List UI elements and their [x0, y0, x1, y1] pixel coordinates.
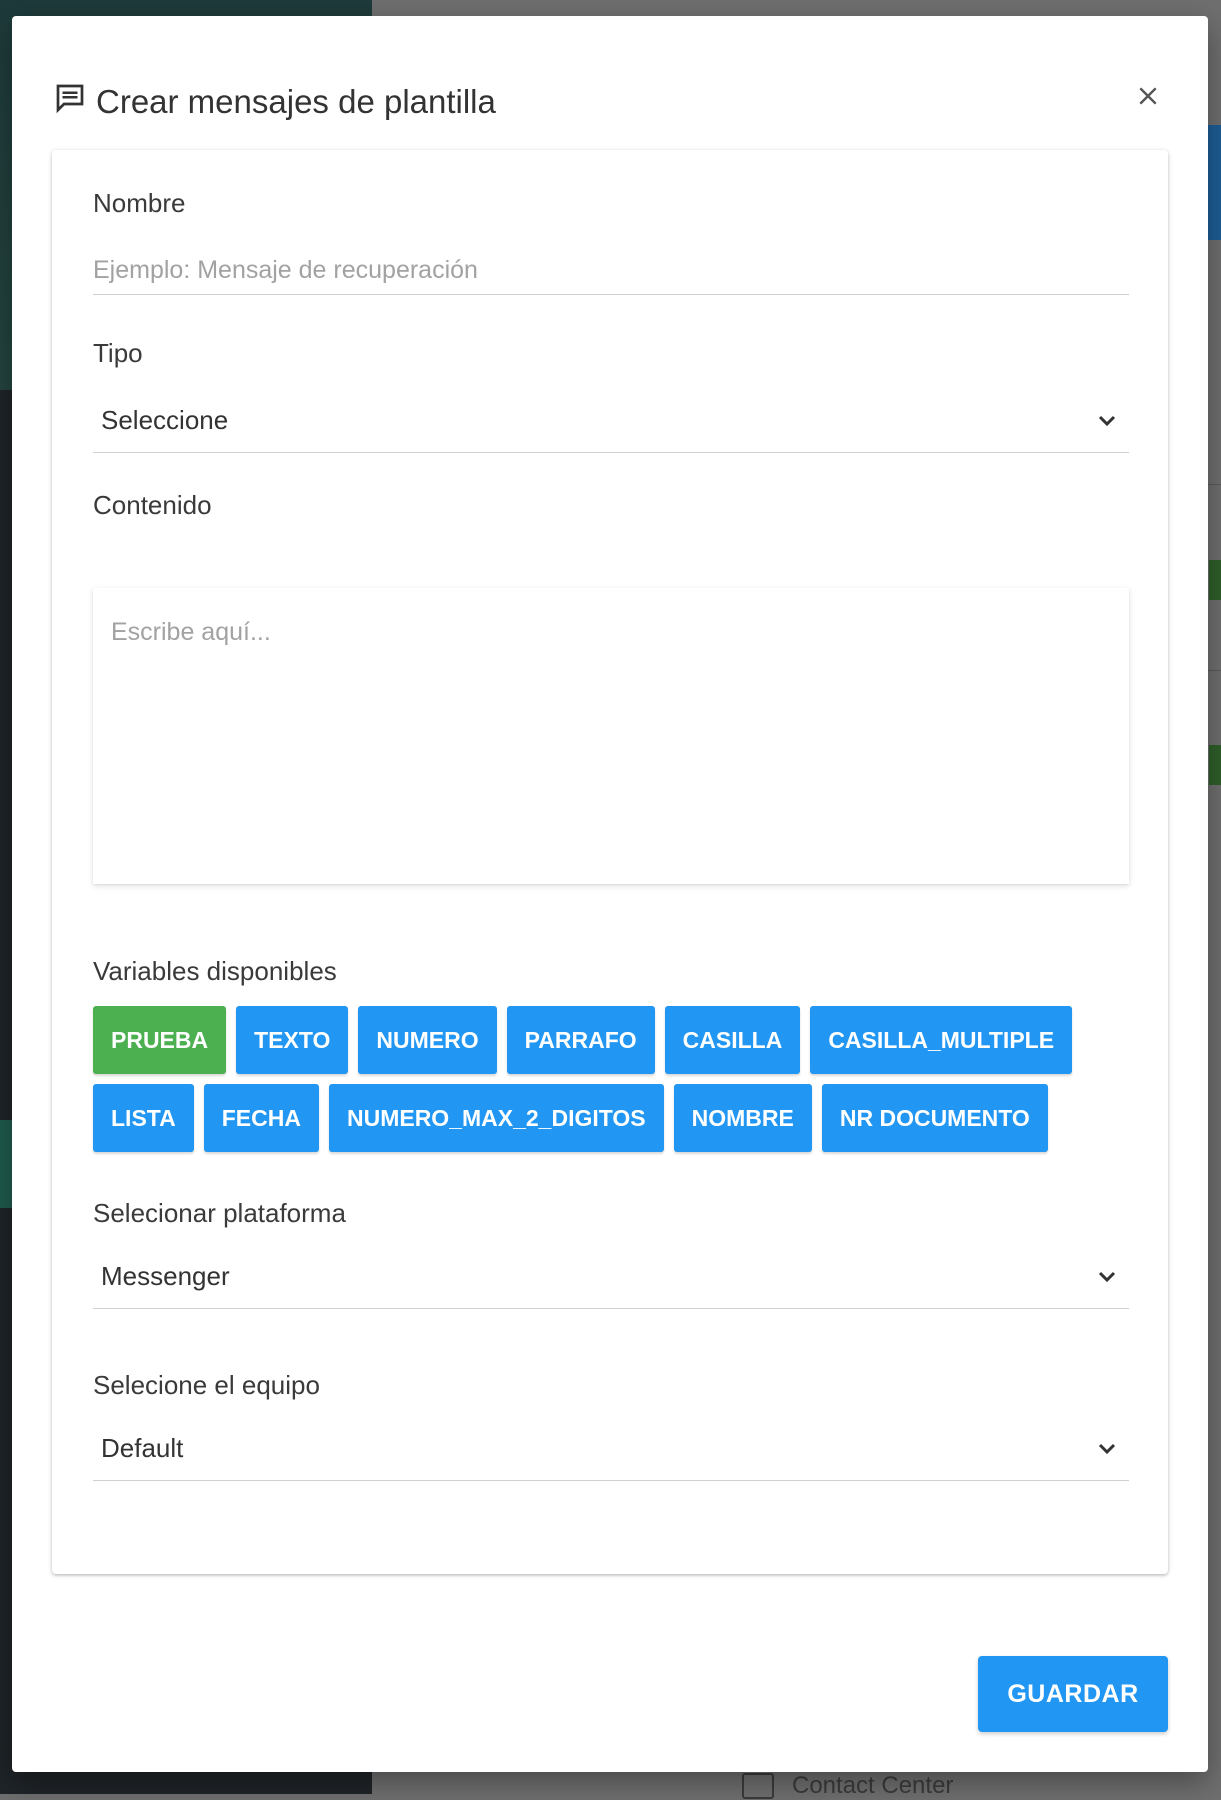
plataforma-select-value: Messenger [101, 1260, 230, 1291]
dialog-title-text: Crear mensajes de plantilla [96, 83, 496, 120]
equipo-label: Selecione el equipo [93, 1370, 320, 1400]
variable-chip-fecha[interactable]: FECHA [203, 1084, 319, 1152]
contenido-label: Contenido [93, 490, 212, 520]
variable-chip-nombre[interactable]: NOMBRE [673, 1084, 812, 1152]
variable-chip-nr-documento[interactable]: NR DOCUMENTO [821, 1084, 1048, 1152]
variable-chip-casilla-multiple[interactable]: CASILLA_MULTIPLE [810, 1006, 1073, 1074]
plataforma-select[interactable]: Messenger [93, 1244, 1129, 1309]
equipo-select-value: Default [101, 1432, 184, 1463]
variables-row: PRUEBA TEXTO NUMERO PARRAFO CASILLA CASI… [93, 1006, 1093, 1074]
dialog-title: Crear mensajes de plantilla [52, 80, 496, 124]
variable-chip-numero-max-2-digitos[interactable]: NUMERO_MAX_2_DIGITOS [328, 1084, 664, 1152]
contenido-editor [93, 588, 1129, 884]
plataforma-label: Selecionar plataforma [93, 1198, 346, 1228]
dialog-header: Crear mensajes de plantilla [52, 64, 1168, 144]
nombre-label: Nombre [93, 188, 186, 218]
save-button[interactable]: GUARDAR [978, 1656, 1168, 1732]
chevron-down-icon [1095, 1436, 1119, 1460]
close-button[interactable] [1128, 78, 1168, 118]
variable-chip-parrafo[interactable]: PARRAFO [506, 1006, 655, 1074]
variable-chip-numero[interactable]: NUMERO [358, 1006, 497, 1074]
create-template-dialog: Crear mensajes de plantilla Nombre Tipo … [12, 16, 1208, 1772]
variables-chip-group: PRUEBA TEXTO NUMERO PARRAFO CASILLA CASI… [93, 1006, 1093, 1162]
background-footer: Contact Center [742, 1772, 953, 1800]
tipo-select[interactable]: Seleccione [93, 388, 1129, 453]
variable-chip-prueba[interactable]: PRUEBA [93, 1006, 227, 1074]
variables-label: Variables disponibles [93, 956, 337, 986]
background-footer-label: Contact Center [792, 1772, 954, 1799]
contact-center-icon [742, 1773, 774, 1799]
chat-message-icon [52, 80, 88, 124]
tipo-select-value: Seleccione [101, 404, 229, 435]
chevron-down-icon [1095, 408, 1119, 432]
variable-chip-lista[interactable]: LISTA [93, 1084, 194, 1152]
tipo-label: Tipo [93, 338, 143, 368]
variable-chip-casilla[interactable]: CASILLA [664, 1006, 801, 1074]
background-status-badge [1209, 745, 1221, 785]
form-card: Nombre Tipo Seleccione Contenido Variabl… [52, 150, 1168, 1574]
nombre-input[interactable] [93, 246, 1129, 295]
variables-row: LISTA FECHA NUMERO_MAX_2_DIGITOS NOMBRE … [93, 1084, 1093, 1152]
close-icon [1137, 85, 1159, 112]
contenido-textarea[interactable] [93, 588, 1129, 884]
background-status-badge [1209, 560, 1221, 600]
chevron-down-icon [1095, 1264, 1119, 1288]
equipo-select[interactable]: Default [93, 1416, 1129, 1481]
variable-chip-texto[interactable]: TEXTO [236, 1006, 349, 1074]
